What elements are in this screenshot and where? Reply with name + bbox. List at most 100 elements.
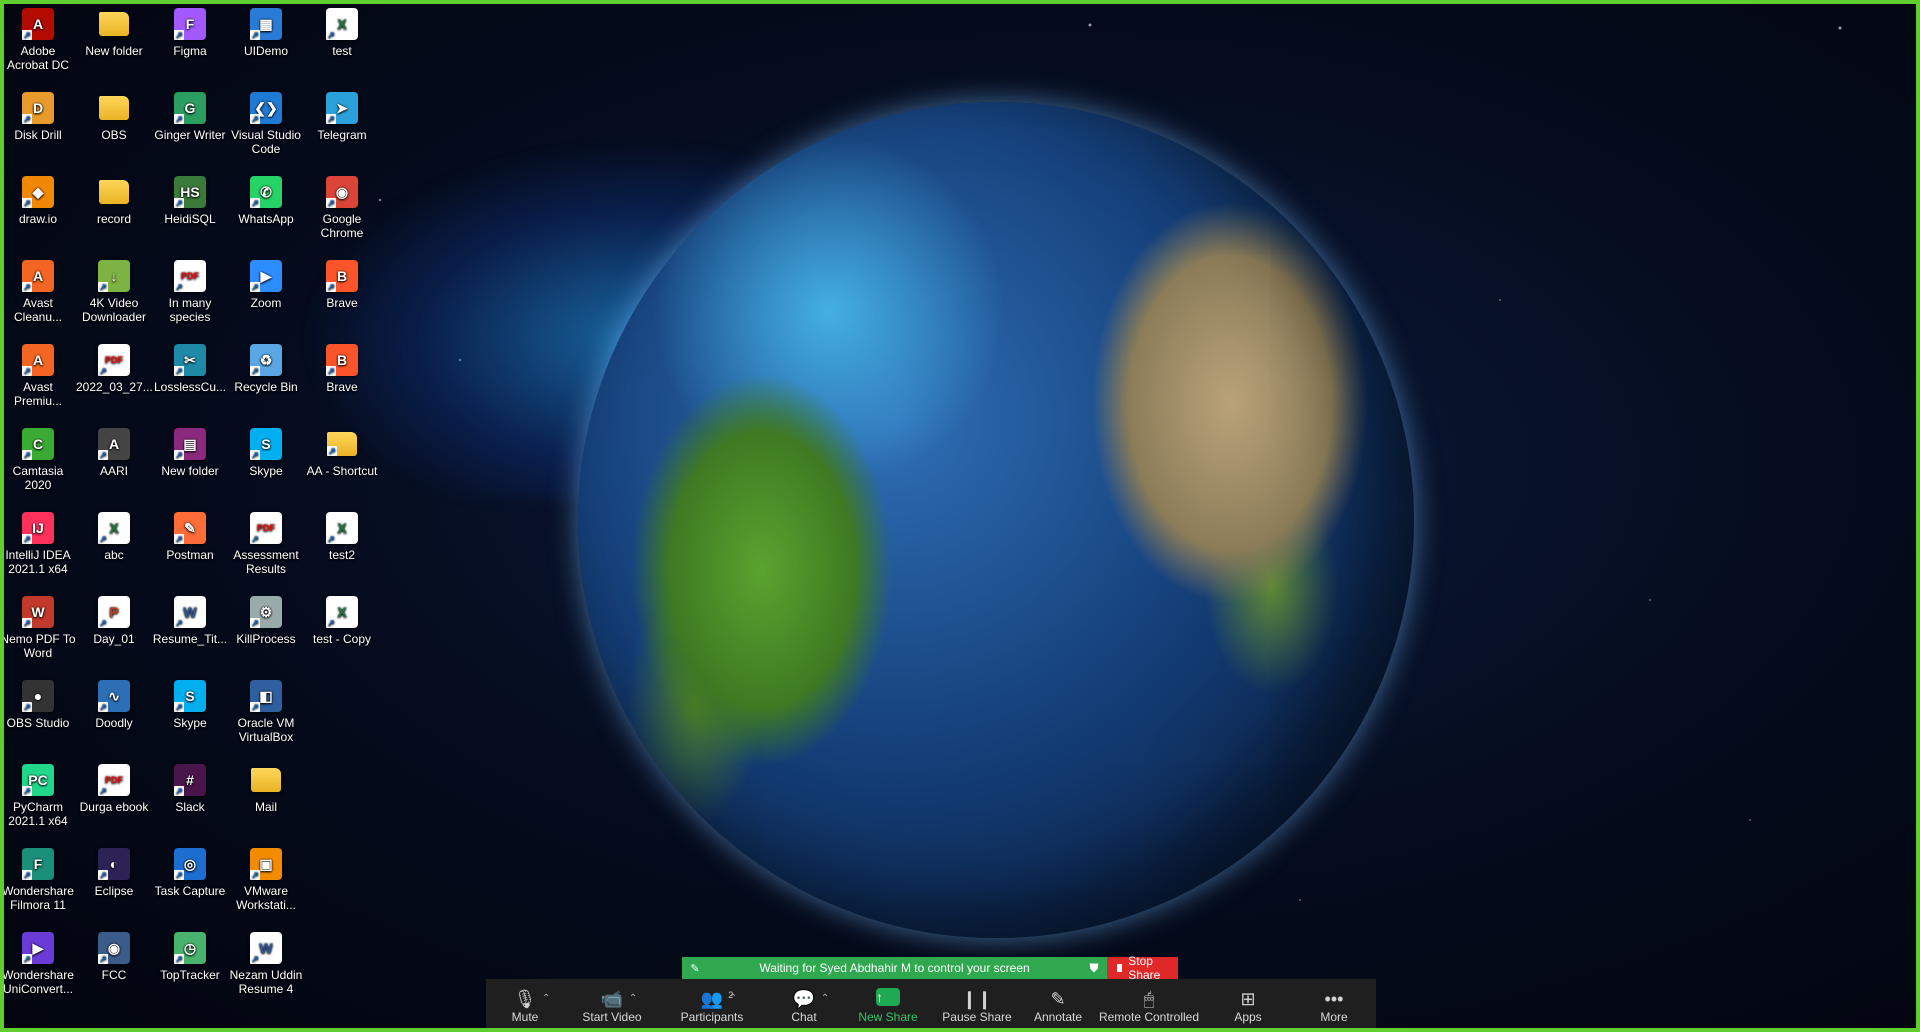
desktop-icon[interactable]: IJ ↗ IntelliJ IDEA 2021.1 x64 bbox=[0, 506, 76, 576]
mouse-icon: 🖱 bbox=[1143, 988, 1155, 1009]
desktop-icon[interactable]: PDF ↗ 2022_03_27... bbox=[76, 338, 153, 394]
desktop-icon-label: test2 bbox=[328, 548, 355, 562]
desktop-icon-label: Brave bbox=[326, 380, 358, 394]
desktop-icon[interactable]: ▤ ↗ New folder bbox=[152, 422, 228, 478]
remote-controlled-button-label: Remote Controlled bbox=[1098, 1009, 1200, 1024]
desktop-icon[interactable]: PDF ↗ Durga ebook bbox=[76, 758, 152, 814]
desktop-icon[interactable]: B ↗ Brave bbox=[304, 254, 380, 310]
desktop-icon-label: WhatsApp bbox=[238, 212, 294, 226]
participants-button-label: Participants bbox=[680, 1009, 744, 1024]
desktop-icon[interactable]: P ↗ Day_01 bbox=[76, 590, 152, 646]
desktop-icon[interactable]: ▶ ↗ Wondershare UniConvert... bbox=[0, 926, 76, 996]
stop-share-button[interactable]: Stop Share bbox=[1107, 954, 1178, 982]
desktop-icon[interactable]: X ↗ test2 bbox=[304, 506, 380, 562]
desktop-icon-label: Avast Premiu... bbox=[13, 380, 62, 408]
desktop-icon[interactable]: ◧ ↗ Oracle VM VirtualBox bbox=[228, 674, 304, 744]
desktop-icon[interactable]: G ↗ Ginger Writer bbox=[152, 86, 228, 142]
shortcut-arrow-icon: ↗ bbox=[250, 282, 260, 292]
desktop-icon[interactable]: ◉ ↗ FCC bbox=[76, 926, 152, 982]
desktop-icon[interactable]: record bbox=[76, 170, 152, 226]
desktop-icon[interactable]: ◎ ↗ Task Capture bbox=[152, 842, 228, 898]
pin-icon[interactable]: ✎ bbox=[682, 962, 708, 975]
shortcut-arrow-icon: ↗ bbox=[174, 618, 184, 628]
desktop-icon[interactable]: A ↗ Avast Premiu... bbox=[0, 338, 76, 408]
shield-icon: ⛊ bbox=[1089, 960, 1099, 975]
desktop-icon[interactable]: # ↗ Slack bbox=[152, 758, 228, 814]
annotate-button-label: Annotate bbox=[1033, 1009, 1083, 1024]
chevron-up-icon[interactable]: ⌃ bbox=[821, 988, 829, 1010]
desktop-icon[interactable]: ◷ ↗ TopTracker bbox=[152, 926, 228, 982]
desktop-icon[interactable]: Mail bbox=[228, 758, 304, 814]
desktop-icon-label: PyCharm 2021.1 x64 bbox=[8, 800, 68, 828]
shortcut-arrow-icon: ↗ bbox=[250, 30, 260, 40]
start-video-button[interactable]: 📹 ⌃ Start Video bbox=[564, 979, 660, 1032]
chevron-up-icon[interactable]: ⌃ bbox=[629, 988, 637, 1010]
remote-controlled-button[interactable]: 🖱 Remote Controlled bbox=[1094, 979, 1204, 1032]
desktop-icon[interactable]: ✂ ↗ LosslessCu... bbox=[152, 338, 228, 394]
desktop-icon[interactable]: PDF ↗ In many species bbox=[152, 254, 228, 324]
desktop-icon[interactable]: A ↗ Adobe Acrobat DC bbox=[0, 2, 76, 72]
desktop-icon[interactable]: X ↗ abc bbox=[76, 506, 152, 562]
desktop-icon[interactable]: A ↗ Avast Cleanu... bbox=[0, 254, 76, 324]
pdf-icon: PDF ↗ bbox=[98, 764, 130, 796]
desktop-icon[interactable]: ✎ ↗ Postman bbox=[152, 506, 228, 562]
desktop-icon[interactable]: F ↗ Wondershare Filmora 11 bbox=[0, 842, 76, 912]
desktop-icon[interactable]: X ↗ test - Copy bbox=[304, 590, 380, 646]
desktop-icon[interactable]: W ↗ Resume_Tit... bbox=[152, 590, 228, 646]
desktop-icon[interactable]: S ↗ Skype bbox=[228, 422, 304, 478]
desktop-icon[interactable]: ◉ ↗ Google Chrome bbox=[304, 170, 380, 240]
mute-button[interactable]: 🎙 ⌃ Mute bbox=[486, 979, 564, 1032]
desktop-icon[interactable]: D ↗ Disk Drill bbox=[0, 86, 76, 142]
desktop-icon-label: Doodly bbox=[95, 716, 133, 730]
desktop-icon-label: VMware Workstati... bbox=[236, 884, 296, 912]
share-up-icon: ↑ bbox=[876, 987, 900, 1006]
desktop-icon[interactable]: ↓ ↗ 4K Video Downloader bbox=[76, 254, 152, 324]
uniconverter-icon: ▶ ↗ bbox=[22, 932, 54, 964]
pause-share-button[interactable]: ❙❙ Pause Share bbox=[932, 979, 1022, 1032]
chat-button[interactable]: 💬 ⌃ Chat bbox=[764, 979, 844, 1032]
desktop-icon-label: test - Copy bbox=[312, 632, 372, 646]
desktop-icon[interactable]: ✆ ↗ WhatsApp bbox=[228, 170, 304, 226]
desktop-icon[interactable]: ⚙ ↗ KillProcess bbox=[228, 590, 304, 646]
shortcut-arrow-icon: ↗ bbox=[98, 450, 108, 460]
desktop-icon[interactable]: ▣ ↗ VMware Workstati... bbox=[228, 842, 304, 912]
chevron-up-icon[interactable]: ⌃ bbox=[542, 988, 550, 1010]
shortcut-arrow-icon: ↗ bbox=[326, 282, 336, 292]
desktop-icon-label: Day_01 bbox=[93, 632, 135, 646]
annotate-button[interactable]: ✎ Annotate bbox=[1022, 979, 1094, 1032]
chevron-up-icon[interactable]: ⌃ bbox=[729, 988, 737, 1010]
desktop-icon[interactable]: ● ↗ OBS Studio bbox=[0, 674, 76, 730]
desktop-icon[interactable]: ❮❯ ↗ Visual Studio Code bbox=[228, 86, 304, 156]
new-share-button[interactable]: ↑ New Share bbox=[844, 979, 932, 1032]
desktop-icon[interactable]: B ↗ Brave bbox=[304, 338, 380, 394]
desktop-icon[interactable]: ◐ ↗ Eclipse bbox=[76, 842, 152, 898]
desktop-icon[interactable]: X ↗ test bbox=[304, 2, 380, 58]
shortcut-arrow-icon: ↗ bbox=[174, 702, 184, 712]
desktop-icon[interactable]: OBS bbox=[76, 86, 152, 142]
excel-icon: X ↗ bbox=[326, 596, 358, 628]
desktop-icon[interactable]: ▶ ↗ Zoom bbox=[228, 254, 304, 310]
shortcut-arrow-icon: ↗ bbox=[250, 534, 260, 544]
desktop-icon[interactable]: W ↗ Nezam Uddin Resume 4 bbox=[228, 926, 304, 996]
desktop-icon[interactable]: A ↗ AARI bbox=[76, 422, 152, 478]
participants-button[interactable]: 👥 2 ⌃ Participants bbox=[660, 979, 764, 1032]
desktop-icon[interactable]: W ↗ Nemo PDF To Word bbox=[0, 590, 76, 660]
desktop-icon[interactable]: HS ↗ HeidiSQL bbox=[152, 170, 228, 226]
desktop-icon[interactable]: F ↗ Figma bbox=[152, 2, 228, 58]
desktop-icon[interactable]: ∿ ↗ Doodly bbox=[76, 674, 152, 730]
aari-icon: A ↗ bbox=[98, 428, 130, 460]
desktop-icon[interactable]: PDF ↗ Assessment Results bbox=[228, 506, 304, 576]
desktop-icon[interactable]: PC ↗ PyCharm 2021.1 x64 bbox=[0, 758, 76, 828]
desktop-icon[interactable]: ↗ AA - Shortcut bbox=[304, 422, 380, 478]
desktop-icon[interactable]: ♻ ↗ Recycle Bin bbox=[228, 338, 304, 394]
desktop-icon-label: abc bbox=[104, 548, 124, 562]
apps-button[interactable]: ⊞ Apps bbox=[1204, 979, 1292, 1032]
desktop-icon[interactable]: ▦ ↗ UIDemo bbox=[228, 2, 304, 58]
desktop-icon[interactable]: ◆ ↗ draw.io bbox=[0, 170, 76, 226]
desktop-icon[interactable]: New folder bbox=[76, 2, 152, 58]
desktop-icon[interactable]: S ↗ Skype bbox=[152, 674, 228, 730]
desktop-icon[interactable]: C ↗ Camtasia 2020 bbox=[0, 422, 76, 492]
more-button[interactable]: ••• More bbox=[1292, 979, 1376, 1032]
shortcut-arrow-icon: ↗ bbox=[98, 366, 108, 376]
desktop-icon[interactable]: ➤ ↗ Telegram bbox=[304, 86, 380, 142]
